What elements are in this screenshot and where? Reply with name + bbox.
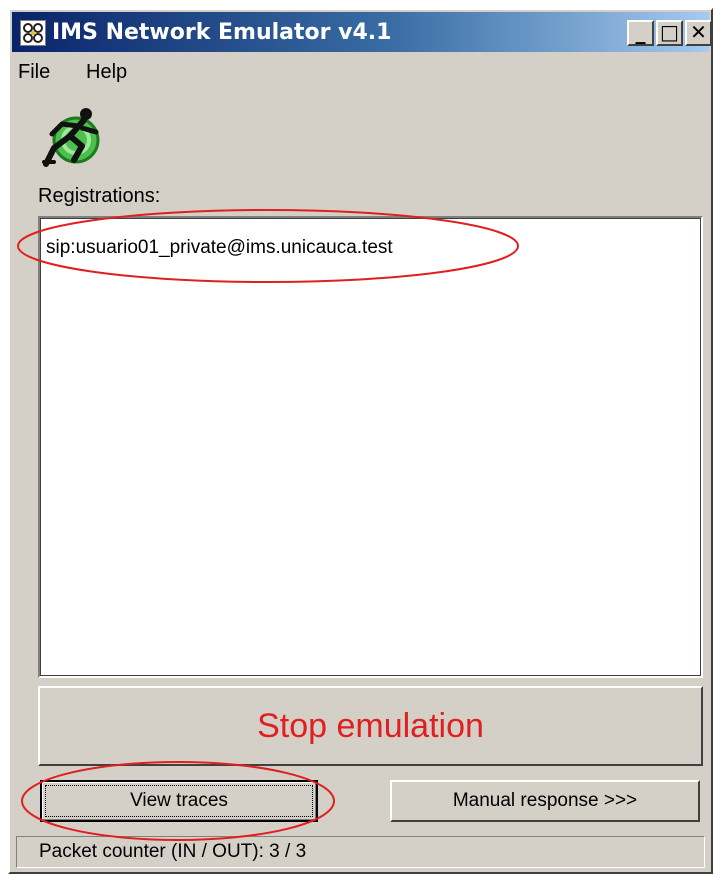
title-bar[interactable]: IMS Network Emulator v4.1 _ □ ✕	[12, 12, 711, 52]
minimize-icon: _	[635, 20, 646, 44]
network-nodes-icon[interactable]	[20, 20, 46, 46]
close-button[interactable]: ✕	[685, 20, 711, 46]
stop-emulation-button[interactable]: Stop emulation	[38, 686, 703, 766]
app-window: IMS Network Emulator v4.1 _ □ ✕ File Hel…	[8, 8, 713, 874]
status-bar: Packet counter (IN / OUT): 3 / 3	[16, 836, 705, 868]
registrations-list[interactable]: sip:usuario01_private@ims.unicauca.test	[38, 216, 703, 678]
window-title: IMS Network Emulator v4.1	[52, 20, 392, 45]
menu-help[interactable]: Help	[86, 60, 127, 84]
view-traces-button[interactable]: View traces	[40, 780, 318, 822]
close-icon: ✕	[690, 20, 707, 44]
menu-bar: File Help	[12, 56, 709, 88]
maximize-icon: □	[660, 20, 679, 44]
maximize-button[interactable]: □	[656, 20, 683, 46]
registrations-label: Registrations:	[38, 185, 161, 207]
manual-response-button[interactable]: Manual response >>>	[390, 780, 700, 822]
running-man-globe-icon	[40, 102, 110, 172]
minimize-button[interactable]: _	[627, 20, 654, 46]
menu-file[interactable]: File	[18, 60, 50, 84]
list-item[interactable]: sip:usuario01_private@ims.unicauca.test	[46, 236, 393, 260]
